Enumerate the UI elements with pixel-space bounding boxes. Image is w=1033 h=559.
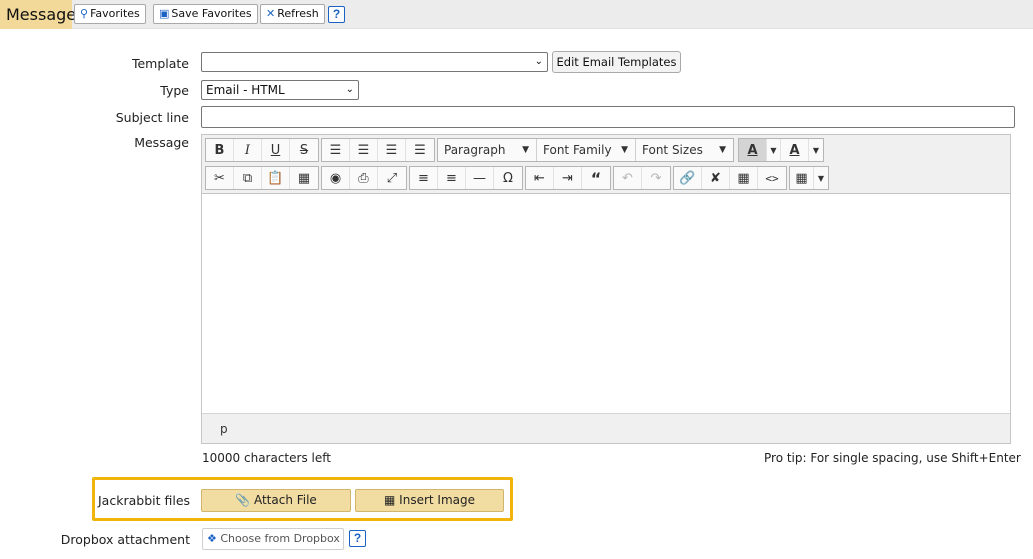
strikethrough-button[interactable]: S (290, 139, 318, 161)
chevron-down-icon: ⌄ (345, 84, 354, 95)
image-icon[interactable]: ▦ (730, 167, 758, 189)
caret-down-icon: ▼ (522, 145, 529, 155)
jackrabbit-files-label: Jackrabbit files (98, 493, 191, 508)
subject-line-label: Subject line (115, 110, 189, 125)
bullet-list-icon[interactable]: ≡ (410, 167, 438, 189)
align-right-icon[interactable]: ☰ (378, 139, 406, 161)
template-label: Template (131, 56, 189, 71)
history-group: ↶ ↷ (613, 166, 671, 190)
caret-down-icon[interactable]: ▼ (814, 167, 828, 189)
unlink-icon[interactable]: ✘ (702, 167, 730, 189)
search-icon: ⚲ (80, 7, 89, 20)
list-group: ≡ ≡ — Ω (409, 166, 523, 190)
view-group: ◉ ⎙ ⤢ (321, 166, 407, 190)
caret-down-icon[interactable]: ▼ (809, 139, 823, 161)
font-sizes-label: Font Sizes (642, 143, 703, 157)
link-icon[interactable]: 🔗 (674, 167, 702, 189)
template-select[interactable]: ⌄ (201, 52, 548, 72)
undo-icon[interactable]: ↶ (614, 167, 642, 189)
editor-body[interactable] (202, 194, 1010, 412)
color-group: A ▼ A ▼ (738, 138, 824, 162)
align-justify-icon[interactable]: ☰ (406, 139, 434, 161)
message-label: Message (134, 135, 189, 150)
favorites-button[interactable]: ⚲ Favorites (74, 4, 146, 24)
caret-down-icon: ▼ (719, 145, 726, 155)
image-icon: ▦ (384, 493, 396, 507)
blockquote-icon[interactable]: “ (582, 167, 610, 189)
caret-down-icon: ▼ (621, 145, 628, 155)
pro-tip: Pro tip: For single spacing, use Shift+E… (764, 451, 1021, 465)
type-select[interactable]: Email - HTML ⌄ (201, 80, 359, 100)
dropdown-group: Paragraph ▼ Font Family ▼ Font Sizes ▼ (437, 138, 734, 162)
favorites-label: Favorites (90, 7, 140, 20)
choose-from-dropbox-label: Choose from Dropbox (220, 532, 340, 545)
attach-file-button[interactable]: 📎 Attach File (201, 489, 351, 512)
fullscreen-icon[interactable]: ⤢ (378, 167, 406, 189)
align-center-icon[interactable]: ☰ (350, 139, 378, 161)
format-group: B I U S (205, 138, 319, 162)
find-replace-icon[interactable]: ▦ (290, 167, 318, 189)
insert-group: 🔗 ✘ ▦ <> (673, 166, 787, 190)
indent-icon[interactable]: ⇥ (554, 167, 582, 189)
insert-image-label: Insert Image (399, 493, 475, 507)
align-group: ☰ ☰ ☰ ☰ (321, 138, 435, 162)
help-icon[interactable]: ? (328, 6, 345, 23)
font-family-dropdown[interactable]: Font Family ▼ (537, 139, 636, 161)
close-icon: ✕ (266, 7, 276, 20)
paperclip-icon: 📎 (235, 493, 251, 507)
cut-icon[interactable]: ✂ (206, 167, 234, 189)
type-label: Type (160, 83, 189, 98)
indent-group: ⇤ ⇥ “ (525, 166, 611, 190)
dropbox-icon: ❖ (207, 532, 217, 545)
characters-left: 10000 characters left (202, 451, 331, 465)
bold-button[interactable]: B (206, 139, 234, 161)
save-favorites-button[interactable]: ▣ Save Favorites (153, 4, 258, 24)
font-sizes-dropdown[interactable]: Font Sizes ▼ (636, 139, 733, 161)
text-color-button[interactable]: A (781, 139, 809, 161)
rich-text-editor: B I U S ☰ ☰ ☰ ☰ Paragraph ▼ Font Family … (201, 134, 1011, 444)
editor-status-path[interactable]: p (202, 413, 1010, 443)
table-group: ▦ ▼ (789, 166, 829, 190)
insert-image-button[interactable]: ▦ Insert Image (355, 489, 504, 512)
choose-from-dropbox-button[interactable]: ❖ Choose from Dropbox (202, 528, 344, 550)
paragraph-label: Paragraph (444, 143, 506, 157)
horizontal-rule-icon[interactable]: — (466, 167, 494, 189)
code-icon[interactable]: <> (758, 167, 786, 189)
font-family-label: Font Family (543, 143, 612, 157)
page-title: Message (0, 0, 76, 29)
italic-button[interactable]: I (234, 139, 262, 161)
save-icon: ▣ (159, 7, 170, 20)
save-favorites-label: Save Favorites (171, 7, 252, 20)
editor-toolbar: B I U S ☰ ☰ ☰ ☰ Paragraph ▼ Font Family … (202, 135, 1010, 194)
dropbox-attachment-label: Dropbox attachment (60, 532, 190, 547)
attach-file-label: Attach File (253, 493, 317, 507)
edit-email-templates-button[interactable]: Edit Email Templates (552, 51, 681, 73)
redo-icon[interactable]: ↷ (642, 167, 670, 189)
underline-button[interactable]: U (262, 139, 290, 161)
special-character-button[interactable]: Ω (494, 167, 522, 189)
table-icon[interactable]: ▦ (790, 167, 814, 189)
help-icon[interactable]: ? (349, 530, 366, 547)
outdent-icon[interactable]: ⇤ (526, 167, 554, 189)
chevron-down-icon: ⌄ (534, 56, 543, 67)
copy-icon[interactable]: ⧉ (234, 167, 262, 189)
numbered-list-icon[interactable]: ≡ (438, 167, 466, 189)
preview-icon[interactable]: ◉ (322, 167, 350, 189)
type-value: Email - HTML (206, 83, 285, 97)
subject-line-input[interactable] (201, 106, 1015, 128)
align-left-icon[interactable]: ☰ (322, 139, 350, 161)
refresh-button[interactable]: ✕ Refresh (260, 4, 325, 24)
refresh-label: Refresh (277, 7, 319, 20)
print-icon[interactable]: ⎙ (350, 167, 378, 189)
background-color-button[interactable]: A (739, 139, 767, 161)
paste-icon[interactable]: 📋 (262, 167, 290, 189)
paragraph-dropdown[interactable]: Paragraph ▼ (438, 139, 537, 161)
header-bar: Message ⚲ Favorites ▣ Save Favorites ✕ Refr… (0, 0, 1033, 29)
clipboard-group: ✂ ⧉ 📋 ▦ (205, 166, 319, 190)
caret-down-icon[interactable]: ▼ (767, 139, 781, 161)
